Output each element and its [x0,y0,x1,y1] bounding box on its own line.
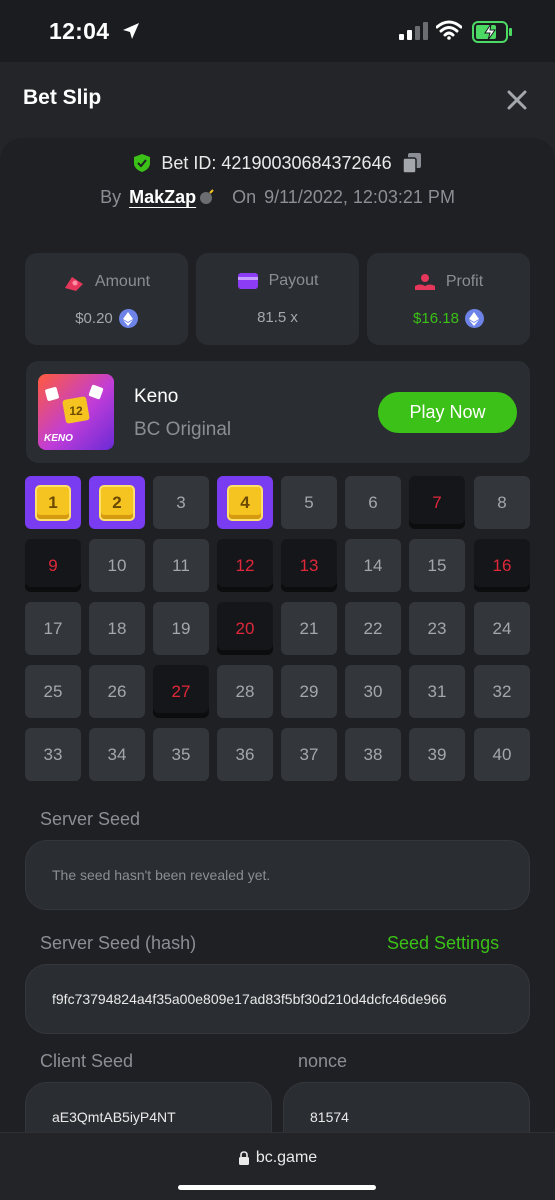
keno-cell-18: 18 [89,602,145,655]
copy-icon[interactable] [401,152,422,174]
keno-cell-32: 32 [474,665,530,718]
keno-cell-4: 4 [217,476,273,529]
client-seed-value: aE3QmtAB5iyP4NT [52,1109,176,1125]
keno-number-grid: 1 2 3 4 5 6 7 8 9 10 11 12 13 14 15 16 17 18 19 20 21 22 23 24 2… [25,476,531,781]
keno-gem-1: 1 [35,484,71,521]
server-seed-label: Server Seed [40,809,141,829]
keno-cell-22: 22 [345,602,401,655]
bet-meta-row: By MakZap On 9/11/2022, 12:03:21 PM [0,184,555,210]
keno-cell-1: 1 [25,476,81,529]
keno-cell-31: 31 [409,665,465,718]
profit-icon [414,274,435,290]
server-seed-hash-field[interactable]: f9fc73794824a4f35a00e809e17ad83f5bf30d21… [25,964,530,1034]
server-seed-hash-value: f9fc73794824a4f35a00e809e17ad83f5bf30d21… [52,991,447,1007]
keno-cell-37: 37 [281,728,337,781]
browser-address-bar[interactable]: bc.game [0,1132,555,1200]
keno-cell-38: 38 [345,728,401,781]
seed-settings-link[interactable]: Seed Settings [387,933,499,954]
client-seed-label: Client Seed [40,1051,134,1071]
keno-cell-33: 33 [25,728,81,781]
amount-value: $0.20 [75,310,113,327]
server-seed-value: The seed hasn't been revealed yet. [52,867,271,883]
keno-cell-9: 9 [25,539,81,592]
keno-cell-6: 6 [345,476,401,529]
keno-cell-10: 10 [89,539,145,592]
keno-cell-5: 5 [281,476,337,529]
server-seed-field[interactable]: The seed hasn't been revealed yet. [25,840,530,910]
eth-coin-icon [464,309,484,328]
user-name-link[interactable]: MakZap [129,187,196,208]
status-time: 12:04 [49,18,110,44]
keno-cell-17: 17 [25,602,81,655]
keno-cell-39: 39 [409,728,465,781]
on-label: On [232,186,257,207]
game-card: 12 KENO Keno BC Original Play Now [26,361,530,463]
keno-cell-29: 29 [281,665,337,718]
server-seed-hash-label: Server Seed (hash) [40,933,197,953]
bet-id: Bet ID: 4219003068437264​6 [161,152,392,173]
url-text: bc.game [255,1149,318,1166]
amount-label: Amount [94,273,151,290]
eth-coin-icon [118,309,138,328]
bet-slip-header: Bet Slip [0,62,555,136]
card-icon [237,273,258,289]
keno-cell-21: 21 [281,602,337,655]
payout-value: 81.5 x [257,309,298,326]
keno-cell-28: 28 [217,665,273,718]
bet-datetime: 9/11/2022, 12:03:21 PM [264,186,455,207]
keno-cell-26: 26 [89,665,145,718]
keno-cell-25: 25 [25,665,81,718]
wifi-icon [436,20,462,40]
keno-cell-13: 13 [281,539,337,592]
play-now-button[interactable]: Play Now [378,392,517,433]
keno-cell-8: 8 [474,476,530,529]
profit-card: Profit $16.18 [367,253,530,345]
keno-cell-34: 34 [89,728,145,781]
keno-gem-4: 4 [227,484,263,521]
cell-signal-icon [399,22,428,40]
profit-value: $16.18 [413,310,459,327]
battery-charging-icon [472,21,512,43]
keno-cell-27: 27 [153,665,209,718]
payout-label: Payout [268,272,319,289]
keno-cell-20: 20 [217,602,273,655]
location-arrow-icon [123,23,139,39]
keno-gem-2: 2 [99,484,135,521]
keno-thumbnail[interactable]: 12 KENO [38,374,114,450]
payout-card: Payout 81.5 x [196,253,359,345]
by-label: By [100,186,122,207]
keno-cell-2: 2 [89,476,145,529]
keno-cell-14: 14 [345,539,401,592]
game-name: Keno [134,386,179,407]
keno-cell-12: 12 [217,539,273,592]
keno-cell-35: 35 [153,728,209,781]
nonce-label: nonce [298,1051,348,1071]
keno-cell-40: 40 [474,728,530,781]
keno-cell-36: 36 [217,728,273,781]
keno-cell-23: 23 [409,602,465,655]
keno-cell-15: 15 [409,539,465,592]
close-icon[interactable] [503,86,531,114]
keno-cell-16: 16 [474,539,530,592]
page-title: Bet Slip [23,86,102,109]
keno-cell-19: 19 [153,602,209,655]
game-subtitle: BC Original [134,419,232,440]
keno-cell-3: 3 [153,476,209,529]
nonce-value: 81574 [310,1109,349,1125]
keno-cell-11: 11 [153,539,209,592]
shield-check-icon [134,154,151,172]
money-icon [64,277,83,291]
svg-text:12: 12 [69,404,83,418]
keno-thumb-label: KENO [44,433,73,444]
profit-label: Profit [445,273,484,290]
amount-card: Amount $0.20 [25,253,188,345]
keno-cell-30: 30 [345,665,401,718]
status-bar: 12:04 [0,0,555,62]
bomb-icon [200,189,214,204]
bet-id-row: Bet ID: 4219003068437264​6 [0,150,555,176]
lock-icon [238,1151,249,1165]
keno-cell-24: 24 [474,602,530,655]
keno-cell-7: 7 [409,476,465,529]
home-indicator[interactable] [178,1185,376,1190]
